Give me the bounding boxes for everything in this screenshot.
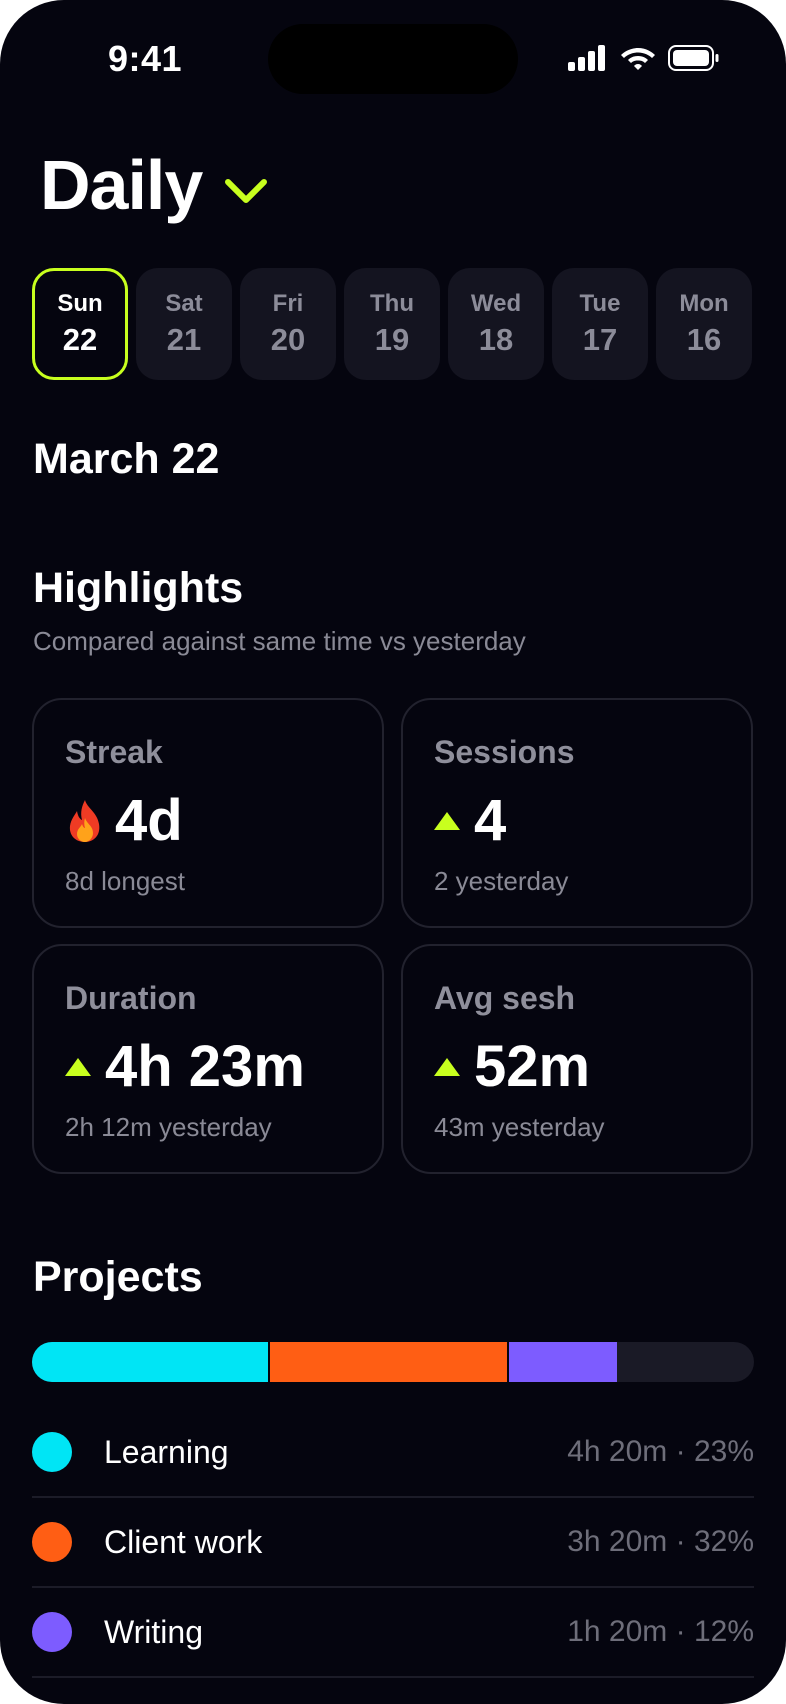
duration-card[interactable]: Duration 4h 23m 2h 12m yesterday — [32, 944, 384, 1174]
card-value-row: 4h 23m — [65, 1038, 305, 1096]
day-name: Wed — [470, 290, 522, 317]
card-value-row: 4 — [434, 792, 506, 850]
project-name: Learning — [104, 1433, 229, 1470]
day-number: 22 — [62, 322, 98, 357]
highlights-title: Highlights — [33, 564, 244, 612]
day-name: Thu — [370, 290, 414, 317]
day-name: Mon — [679, 290, 729, 317]
card-label: Duration — [65, 980, 197, 1016]
day-number: 17 — [582, 322, 618, 357]
project-time: 3h 20m — [567, 1525, 668, 1558]
project-color-dot — [32, 1522, 72, 1562]
day-name: Sat — [165, 290, 203, 317]
status-time: 9:41 — [108, 38, 183, 79]
day-number: 21 — [166, 322, 202, 357]
project-stat: 4h 20m · 23% — [567, 1435, 754, 1468]
project-percent: 32% — [693, 1525, 754, 1558]
date-heading: March 22 — [33, 435, 220, 483]
card-value-row: 52m — [434, 1038, 590, 1096]
day-selector: Sun 22 Sat 21 Fri 20 Thu 19 Wed 18 Tue 1… — [32, 268, 752, 380]
project-row-client-work[interactable]: Client work 3h 20m · 32% — [32, 1498, 754, 1588]
card-subtext: 43m yesterday — [434, 1112, 605, 1142]
sessions-card[interactable]: Sessions 4 2 yesterday — [401, 698, 753, 928]
streak-card[interactable]: Streak 4d 8d longest — [32, 698, 384, 928]
card-label: Sessions — [434, 734, 575, 770]
view-dropdown-button[interactable] — [222, 167, 270, 215]
up-arrow-icon — [434, 812, 460, 830]
project-name: Writing — [104, 1613, 203, 1650]
chevron-down-icon — [225, 179, 268, 203]
day-pill-thu[interactable]: Thu 19 — [344, 268, 440, 380]
card-value-row: 4d — [65, 792, 183, 850]
card-value: 4d — [115, 788, 183, 853]
day-pill-tue[interactable]: Tue 17 — [552, 268, 648, 380]
day-number: 16 — [686, 322, 722, 357]
header: Daily — [40, 150, 270, 220]
day-pill-mon[interactable]: Mon 16 — [656, 268, 752, 380]
card-subtext: 8d longest — [65, 866, 185, 896]
project-time: 1h 20m — [567, 1615, 668, 1648]
phone-screen: 9:41 Daily Sun 22 Sat 21 Fri 20 Thu 19 W… — [0, 0, 786, 1704]
project-row-learning[interactable]: Learning 4h 20m · 23% — [32, 1408, 754, 1498]
card-label: Streak — [65, 734, 163, 770]
project-color-dot — [32, 1612, 72, 1652]
project-stat: 3h 20m · 32% — [567, 1525, 754, 1558]
progress-segment-learning — [32, 1342, 271, 1382]
page-title: Daily — [40, 146, 203, 224]
up-arrow-icon — [434, 1058, 460, 1076]
project-percent: 12% — [693, 1615, 754, 1648]
project-row-writing[interactable]: Writing 1h 20m · 12% — [32, 1588, 754, 1678]
day-number: 20 — [270, 322, 306, 357]
project-percent: 23% — [693, 1435, 754, 1468]
project-color-dot — [32, 1432, 72, 1472]
card-value: 52m — [474, 1034, 591, 1099]
card-subtext: 2 yesterday — [434, 866, 569, 896]
day-name: Sun — [57, 290, 103, 317]
status-icons — [568, 44, 720, 72]
wifi-icon — [621, 48, 655, 70]
project-stat: 1h 20m · 12% — [567, 1615, 754, 1648]
up-arrow-icon — [65, 1058, 91, 1076]
dynamic-island — [268, 24, 518, 94]
highlights-subtitle: Compared against same time vs yesterday — [33, 626, 526, 656]
day-pill-sat[interactable]: Sat 21 — [136, 268, 232, 380]
day-name: Fri — [272, 290, 304, 317]
day-number: 19 — [374, 322, 410, 357]
progress-segment-writing — [508, 1342, 617, 1382]
projects-progress-bar — [32, 1342, 754, 1382]
card-subtext: 2h 12m yesterday — [65, 1112, 272, 1142]
progress-segment-client-work — [270, 1342, 509, 1382]
card-value: 4h 23m — [105, 1034, 305, 1099]
day-name: Tue — [579, 290, 621, 317]
day-number: 18 — [478, 322, 514, 357]
day-pill-wed[interactable]: Wed 18 — [448, 268, 544, 380]
projects-title: Projects — [33, 1253, 203, 1301]
card-label: Avg sesh — [434, 980, 576, 1016]
battery-icon — [668, 45, 719, 71]
avg-session-card[interactable]: Avg sesh 52m 43m yesterday — [401, 944, 753, 1174]
project-list: Learning 4h 20m · 23% Client work 3h 20m… — [32, 1408, 754, 1678]
card-value: 4 — [474, 788, 507, 853]
status-bar: 9:41 — [0, 0, 786, 120]
day-pill-fri[interactable]: Fri 20 — [240, 268, 336, 380]
project-name: Client work — [104, 1523, 263, 1560]
project-time: 4h 20m — [567, 1435, 668, 1468]
signal-icon — [568, 45, 605, 71]
flame-icon — [69, 800, 100, 842]
day-pill-sun[interactable]: Sun 22 — [32, 268, 128, 380]
